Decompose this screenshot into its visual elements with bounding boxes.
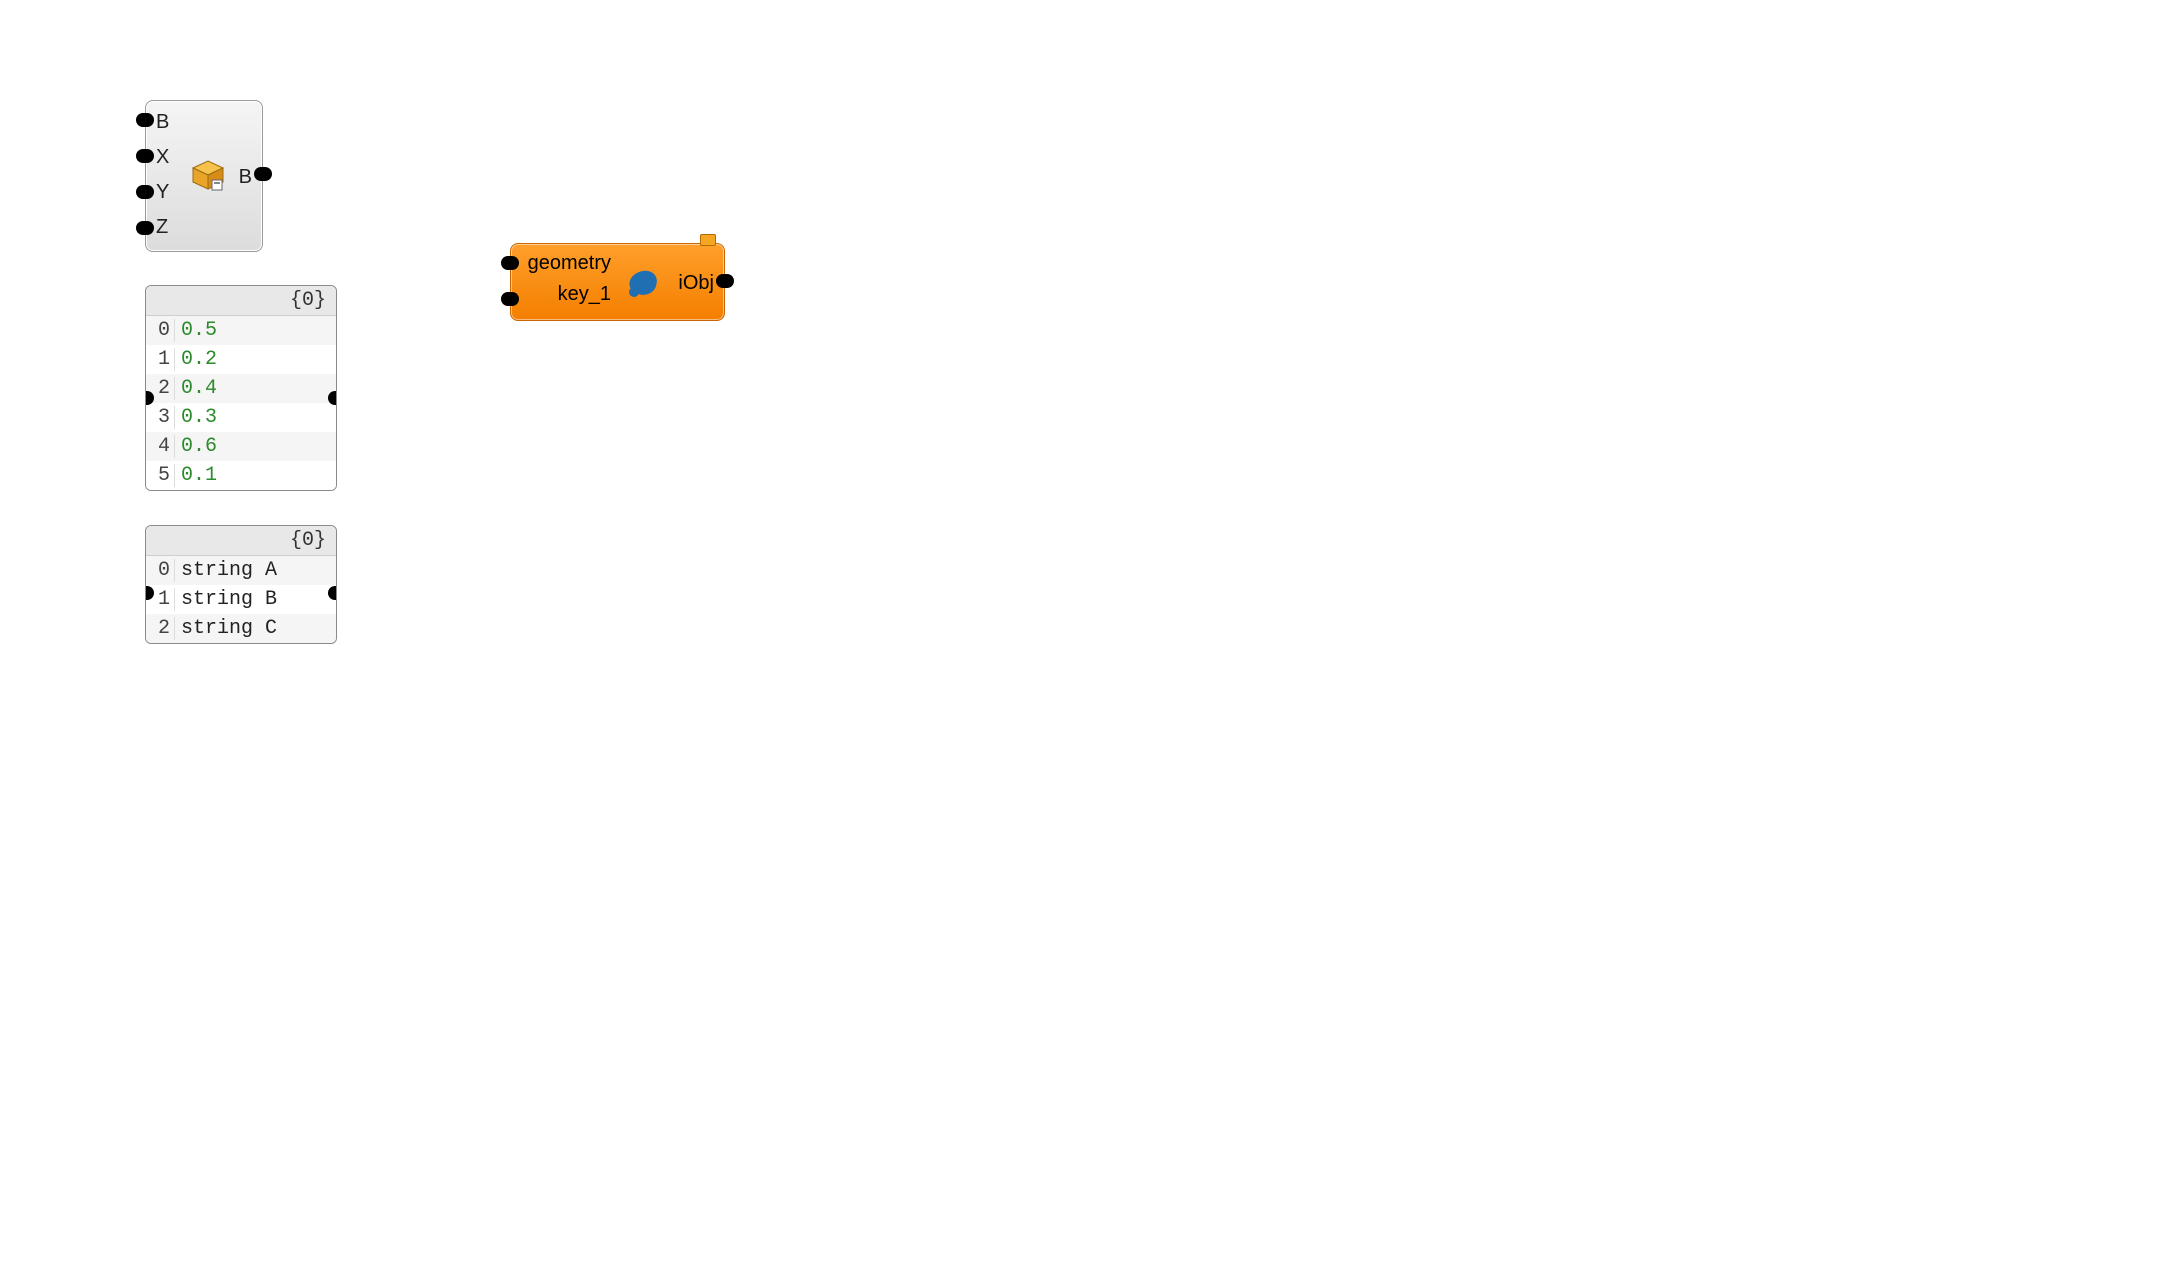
panel1-port-out[interactable] — [328, 391, 337, 405]
table-row: 1string B — [146, 585, 336, 614]
panel1-body: 00.510.220.430.340.650.1 — [146, 316, 336, 490]
box-3d-icon — [188, 156, 228, 196]
speckle-blob-icon — [624, 264, 664, 304]
table-row: 20.4 — [146, 374, 336, 403]
table-row: 40.6 — [146, 432, 336, 461]
input-label-b: B — [156, 111, 169, 134]
output-label-iobj: iObj — [678, 272, 714, 295]
row-value: 0.6 — [175, 435, 217, 458]
table-row: 0string A — [146, 556, 336, 585]
input-label-z: Z — [156, 216, 169, 239]
port-input-x[interactable] — [136, 149, 154, 163]
port-input-b[interactable] — [136, 113, 154, 127]
row-value: 0.2 — [175, 348, 217, 371]
row-index: 3 — [146, 406, 175, 429]
table-row: 10.2 — [146, 345, 336, 374]
row-value: string B — [175, 588, 277, 611]
table-row: 30.3 — [146, 403, 336, 432]
row-value: 0.1 — [175, 464, 217, 487]
row-value: 0.5 — [175, 319, 217, 342]
row-value: string A — [175, 559, 277, 582]
input-label-geometry: geometry — [521, 252, 611, 275]
row-index: 0 — [146, 559, 175, 582]
row-index: 4 — [146, 435, 175, 458]
iobj-component[interactable]: geometry key_1 iObj — [510, 243, 725, 321]
row-index: 5 — [146, 464, 175, 487]
data-panel-strings[interactable]: {0} 0string A1string B2string C — [145, 525, 337, 644]
row-index: 0 — [146, 319, 175, 342]
data-panel-numbers[interactable]: {0} 00.510.220.430.340.650.1 — [145, 285, 337, 491]
panel2-port-out[interactable] — [328, 586, 337, 600]
box-component[interactable]: B X Y Z B — [145, 100, 263, 252]
component-tab-icon — [700, 234, 716, 246]
panel2-header: {0} — [146, 526, 336, 556]
orange-input-labels: geometry key_1 — [521, 252, 611, 306]
port-input-y[interactable] — [136, 185, 154, 199]
port-input-z[interactable] — [136, 221, 154, 235]
panel1-header: {0} — [146, 286, 336, 316]
row-index: 2 — [146, 617, 175, 640]
port-output-b[interactable] — [254, 167, 272, 181]
port-output-iobj[interactable] — [716, 274, 734, 288]
input-label-x: X — [156, 146, 169, 169]
row-index: 1 — [146, 348, 175, 371]
box-input-labels: B X Y Z — [156, 111, 169, 239]
input-label-y: Y — [156, 181, 169, 204]
row-value: 0.3 — [175, 406, 217, 429]
panel2-body: 0string A1string B2string C — [146, 556, 336, 643]
row-value: 0.4 — [175, 377, 217, 400]
row-value: string C — [175, 617, 277, 640]
table-row: 2string C — [146, 614, 336, 643]
port-input-geometry[interactable] — [501, 256, 519, 270]
table-row: 50.1 — [146, 461, 336, 490]
table-row: 00.5 — [146, 316, 336, 345]
input-label-key1: key_1 — [521, 283, 611, 306]
output-label-b: B — [239, 166, 252, 189]
port-input-key1[interactable] — [501, 292, 519, 306]
